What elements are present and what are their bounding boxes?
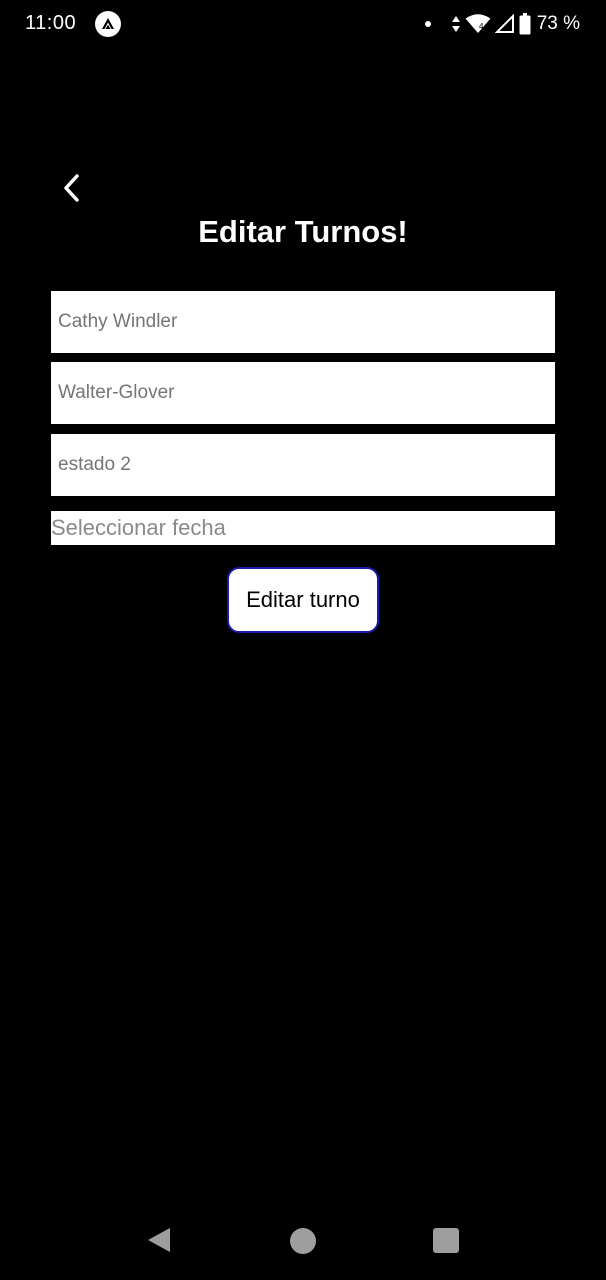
nav-home-icon[interactable] (290, 1228, 316, 1254)
name-input[interactable] (51, 291, 555, 353)
screen: 11:00 4 73 % Editar Turnos! Cathy Windle… (0, 0, 606, 1280)
battery-percentage: 73 % (536, 13, 580, 34)
edit-shift-button[interactable]: Editar turno (227, 567, 379, 633)
status-bar: 11:00 4 73 % (0, 0, 606, 50)
status-time: 11:00 (25, 12, 77, 34)
back-button[interactable] (56, 172, 88, 208)
company-input[interactable] (51, 362, 555, 424)
app-badge-icon (95, 11, 121, 37)
signal-icon (494, 14, 515, 34)
system-nav-bar (0, 1200, 606, 1280)
nav-recents-icon[interactable] (433, 1228, 459, 1253)
page-title: Editar Turnos! (198, 214, 408, 249)
status-input[interactable] (51, 434, 555, 496)
battery-icon (519, 13, 531, 35)
date-picker-field[interactable]: Seleccionar fecha (51, 511, 555, 545)
nav-back-icon[interactable] (146, 1226, 172, 1259)
wifi-icon: 4 (465, 14, 491, 34)
data-arrows-icon (451, 15, 461, 33)
svg-text:4: 4 (479, 22, 484, 31)
status-icons: 4 73 % (424, 12, 580, 36)
chevron-left-icon (62, 173, 82, 208)
notification-dot-icon (424, 21, 431, 27)
